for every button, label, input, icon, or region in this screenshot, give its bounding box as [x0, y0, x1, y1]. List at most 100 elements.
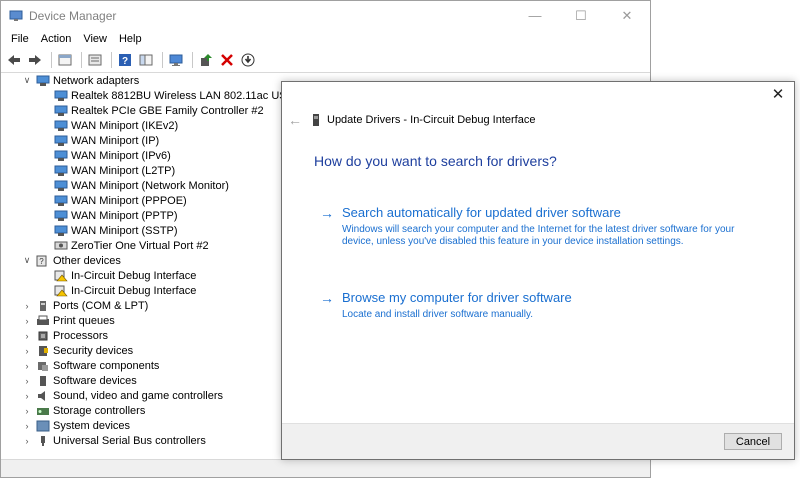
warning-device-icon: [54, 270, 68, 281]
tree-item-device[interactable]: ZeroTier One Virtual Port #2: [54, 238, 209, 253]
window-title: Device Manager: [29, 8, 117, 23]
chevron-right-icon[interactable]: ›: [21, 316, 33, 326]
menu-file[interactable]: File: [5, 33, 35, 45]
tree-category-label: Ports (COM & LPT): [53, 299, 149, 312]
tree-item-label: WAN Miniport (IKEv2): [71, 119, 179, 132]
scan-hardware-icon[interactable]: [239, 51, 257, 69]
tree-item-device[interactable]: WAN Miniport (Network Monitor): [54, 178, 229, 193]
tree-item-device[interactable]: Realtek 8812BU Wireless LAN 802.11ac USB…: [54, 88, 316, 103]
tree-item-label: Realtek 8812BU Wireless LAN 802.11ac USB…: [71, 89, 316, 102]
tree-category-system-devices[interactable]: › System devices: [21, 418, 131, 433]
option-title[interactable]: Search automatically for updated driver …: [342, 205, 621, 220]
tree-category-usb-controllers[interactable]: › Universal Serial Bus controllers: [21, 433, 206, 448]
toolbar-separator: [81, 52, 82, 68]
software-component-icon: [38, 361, 48, 371]
tree-item-label: WAN Miniport (IP): [71, 134, 160, 147]
menu-action[interactable]: Action: [35, 33, 78, 45]
printer-icon: [37, 315, 49, 325]
tree-category-label: Software components: [53, 359, 160, 372]
tree-item-device[interactable]: WAN Miniport (SSTP): [54, 223, 178, 238]
tree-category-sound-video[interactable]: › Sound, video and game controllers: [21, 388, 224, 403]
title-bar[interactable]: Device Manager — ☐ ✕: [1, 1, 650, 30]
option-description: Windows will search your computer and th…: [342, 224, 735, 247]
dialog-header: ← Update Drivers - In-Circuit Debug Inte…: [288, 112, 535, 128]
forward-arrow-icon[interactable]: [26, 51, 44, 69]
tree-category-other-devices[interactable]: ∨ ? Other devices: [21, 253, 121, 268]
chevron-right-icon[interactable]: ›: [21, 346, 33, 356]
monitor-icon[interactable]: [167, 51, 185, 69]
tree-item-device[interactable]: WAN Miniport (IPv6): [54, 148, 171, 163]
cancel-button[interactable]: Cancel: [724, 433, 782, 450]
menu-help[interactable]: Help: [113, 33, 148, 45]
tree-item-device[interactable]: WAN Miniport (L2TP): [54, 163, 175, 178]
tree-item-device[interactable]: In-Circuit Debug Interface: [54, 283, 196, 298]
menu-view[interactable]: View: [77, 33, 113, 45]
network-adapter-icon: [54, 120, 68, 131]
toolbar-separator: [111, 52, 112, 68]
menu-bar: File Action View Help: [1, 30, 650, 48]
tree-item-label: In-Circuit Debug Interface: [71, 284, 197, 297]
update-drivers-dialog: ✕ ← Update Drivers - In-Circuit Debug In…: [281, 81, 795, 460]
tree-category-security-devices[interactable]: › Security devices: [21, 343, 134, 358]
uninstall-icon[interactable]: [218, 51, 236, 69]
arrow-right-icon: →: [320, 290, 334, 306]
tree-category-storage-controllers[interactable]: › Storage controllers: [21, 403, 146, 418]
back-arrow-icon[interactable]: [5, 51, 23, 69]
chevron-right-icon[interactable]: ›: [21, 436, 33, 446]
warning-device-icon: [54, 285, 68, 296]
chevron-right-icon[interactable]: ›: [21, 301, 33, 311]
close-button[interactable]: ✕: [604, 1, 650, 30]
tree-category-network-adapters[interactable]: ∨ Network adapters: [21, 73, 140, 88]
dialog-close-button[interactable]: ✕: [770, 86, 786, 103]
tree-item-label: WAN Miniport (L2TP): [71, 164, 176, 177]
dialog-heading: How do you want to search for drivers?: [314, 153, 557, 169]
chevron-right-icon[interactable]: ›: [21, 406, 33, 416]
tree-item-label: WAN Miniport (IPv6): [71, 149, 171, 162]
toolbar-separator: [162, 52, 163, 68]
tree-category-label: Network adapters: [53, 74, 140, 87]
unknown-device-icon: ?: [36, 255, 47, 266]
tree-item-device[interactable]: WAN Miniport (IKEv2): [54, 118, 178, 133]
chevron-down-icon[interactable]: ∨: [21, 255, 33, 266]
status-bar: [1, 459, 650, 477]
tree-item-label: In-Circuit Debug Interface: [71, 269, 197, 282]
chevron-down-icon[interactable]: ∨: [21, 75, 33, 86]
tree-category-processors[interactable]: › Processors: [21, 328, 109, 343]
minimize-button[interactable]: —: [512, 1, 558, 30]
help-icon[interactable]: ?: [116, 51, 134, 69]
tree-category-label: Security devices: [53, 344, 134, 357]
console-tree-icon[interactable]: [137, 51, 155, 69]
tree-category-software-devices[interactable]: › Software devices: [21, 373, 137, 388]
tree-item-label: WAN Miniport (Network Monitor): [71, 179, 229, 192]
tree-item-device[interactable]: Realtek PCIe GBE Family Controller #2: [54, 103, 264, 118]
chevron-right-icon[interactable]: ›: [21, 331, 33, 341]
maximize-button[interactable]: ☐: [558, 1, 604, 30]
network-adapter-icon: [54, 165, 68, 176]
software-device-icon: [40, 375, 46, 386]
chevron-right-icon[interactable]: ›: [21, 391, 33, 401]
update-driver-icon[interactable]: [197, 51, 215, 69]
system-device-icon: [36, 420, 50, 431]
device-manager-app-icon: [9, 10, 23, 21]
tree-item-device[interactable]: WAN Miniport (PPPOE): [54, 193, 187, 208]
tree-category-print-queues[interactable]: › Print queues: [21, 313, 115, 328]
dialog-title: Update Drivers - In-Circuit Debug Interf…: [327, 114, 536, 126]
network-adapter-icon: [54, 135, 68, 146]
option-title[interactable]: Browse my computer for driver software: [342, 290, 572, 305]
tree-item-device[interactable]: In-Circuit Debug Interface: [54, 268, 196, 283]
chevron-right-icon[interactable]: ›: [21, 421, 33, 431]
tree-category-ports[interactable]: › Ports (COM & LPT): [21, 298, 149, 313]
back-arrow-icon[interactable]: ←: [288, 112, 302, 128]
tree-item-device[interactable]: WAN Miniport (PPTP): [54, 208, 178, 223]
option-description: Locate and install driver software manua…: [342, 309, 534, 320]
tree-category-label: Processors: [53, 329, 109, 342]
properties-icon[interactable]: [56, 51, 74, 69]
tree-item-label: WAN Miniport (PPPOE): [71, 194, 187, 207]
toolbar-separator: [192, 52, 193, 68]
tree-item-device[interactable]: WAN Miniport (IP): [54, 133, 159, 148]
tree-category-software-components[interactable]: › Software components: [21, 358, 160, 373]
show-hidden-icon[interactable]: [86, 51, 104, 69]
chevron-right-icon[interactable]: ›: [21, 376, 33, 386]
chevron-right-icon[interactable]: ›: [21, 361, 33, 371]
tree-item-label: WAN Miniport (PPTP): [71, 209, 178, 222]
